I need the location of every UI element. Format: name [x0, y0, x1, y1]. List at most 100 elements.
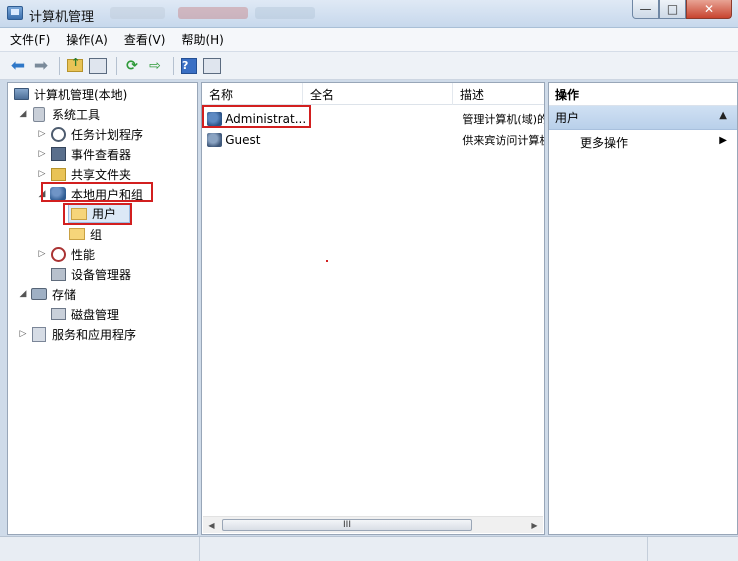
console-tree-pane: 计算机管理(本地) ◢ 系统工具 ▷ 任务计划程序 ▷ 事件查看器 ▷ 共享文件… [7, 82, 198, 535]
tree-item-shared-folders[interactable]: ▷ 共享文件夹 [36, 164, 131, 184]
collapsed-arrow-icon[interactable]: ▷ [36, 249, 48, 259]
background-taskbar-blur [255, 7, 315, 19]
column-header-description[interactable]: 描述 [453, 83, 544, 105]
list-item-administrator[interactable]: Administrat... 管理计算机(域)的 [202, 108, 544, 129]
tree-item-event-viewer[interactable]: ▷ 事件查看器 [36, 144, 131, 164]
tree-item-label: 计算机管理(本地) [34, 87, 128, 102]
menu-bar: 文件(F) 操作(A) 查看(V) 帮助(H) [0, 28, 738, 52]
tree-item-label: 共享文件夹 [71, 167, 132, 182]
storage-icon [31, 288, 47, 300]
collapsed-arrow-icon[interactable]: ▷ [36, 149, 48, 159]
show-hide-tree-button[interactable] [88, 56, 108, 76]
actions-title: 操作 [549, 83, 737, 106]
help-icon: ? [181, 57, 197, 74]
close-button[interactable]: ✕ [686, 0, 732, 19]
tree-item-label: 任务计划程序 [71, 127, 144, 142]
menu-action[interactable]: 操作(A) [66, 31, 108, 48]
window-title: 计算机管理 [29, 10, 95, 25]
user-icon [207, 111, 223, 126]
tree-item-label: 设备管理器 [71, 267, 132, 282]
folder-up-icon [67, 56, 83, 72]
list-pane: 名称 全名 描述 Administrat... 管理计算机(域)的 Guest … [201, 82, 545, 535]
menu-help[interactable]: 帮助(H) [181, 31, 223, 48]
tree-item-label: 性能 [71, 247, 96, 262]
help-button[interactable]: ? [179, 56, 199, 76]
forward-arrow-icon[interactable]: ➡ [31, 56, 51, 76]
tree-item-performance[interactable]: ▷ 性能 [36, 244, 95, 264]
user-name: Guest [225, 132, 261, 147]
computer-management-icon [7, 6, 23, 20]
status-bar [0, 536, 738, 561]
expanded-arrow-icon[interactable]: ◢ [17, 289, 29, 299]
maximize-button[interactable]: □ [659, 0, 686, 19]
actions-pane: 操作 用户 ▲ 更多操作 ▶ [548, 82, 738, 535]
menu-view[interactable]: 查看(V) [124, 31, 166, 48]
user-icon [207, 132, 223, 147]
scrollbar-thumb[interactable]: III [222, 519, 472, 531]
export-list-icon[interactable]: ⇨ [145, 56, 165, 76]
background-taskbar-blur [110, 7, 165, 19]
more-actions-item[interactable]: 更多操作 ▶ [549, 132, 737, 152]
tree-item-local-users-groups[interactable]: ◢ 本地用户和组 [36, 184, 143, 204]
submenu-arrow-icon: ▶ [719, 135, 727, 146]
minimize-button[interactable]: — [632, 0, 659, 19]
tree-item-label: 本地用户和组 [71, 187, 144, 202]
up-level-button[interactable] [65, 56, 85, 76]
actions-group-label: 用户 [555, 111, 580, 125]
column-header-fullname[interactable]: 全名 [303, 83, 453, 105]
tree-item-label: 服务和应用程序 [52, 327, 137, 342]
status-segment [0, 537, 200, 561]
device-manager-icon [50, 267, 66, 281]
marker-dot [326, 260, 328, 262]
menu-file[interactable]: 文件(F) [10, 31, 50, 48]
tree-item-label: 存储 [52, 287, 77, 302]
toolbar-separator [173, 56, 174, 75]
list-item-guest[interactable]: Guest 供来宾访问计算机 [202, 129, 544, 150]
tree-item-label: 用户 [92, 207, 117, 221]
scroll-left-arrow-icon[interactable]: ◀ [203, 517, 220, 533]
tree-item-label: 事件查看器 [71, 147, 132, 162]
collapse-arrow-icon[interactable]: ▲ [719, 110, 727, 121]
console-tree-icon [89, 57, 107, 74]
expanded-arrow-icon[interactable]: ◢ [17, 109, 29, 119]
folder-icon [69, 228, 85, 240]
tree-item-system-tools[interactable]: ◢ 系统工具 [17, 104, 100, 124]
clock-icon [50, 126, 66, 142]
disk-icon [50, 308, 66, 320]
status-segment [200, 537, 648, 561]
toolbar-separator [59, 56, 60, 75]
tree-item-users[interactable]: 用户 [68, 204, 130, 223]
user-description: 供来宾访问计算机 [462, 133, 545, 147]
user-description: 管理计算机(域)的 [462, 112, 545, 126]
services-icon [32, 326, 46, 342]
action-pane-icon [203, 57, 221, 74]
users-group-icon [50, 187, 66, 201]
tree-item-label: 磁盘管理 [71, 307, 120, 322]
tree-item-computer-management[interactable]: 计算机管理(本地) [11, 84, 127, 104]
tools-icon [33, 106, 45, 122]
status-segment [648, 537, 738, 561]
toolbar-separator [116, 56, 117, 75]
background-taskbar-blur [178, 7, 248, 19]
back-arrow-icon[interactable]: ⬅ [8, 56, 28, 76]
tree-item-groups[interactable]: 组 [67, 224, 102, 244]
tree-item-device-manager[interactable]: 设备管理器 [48, 264, 131, 284]
horizontal-scrollbar[interactable]: ◀ III ▶ [203, 516, 543, 533]
actions-group-users[interactable]: 用户 ▲ [549, 106, 737, 130]
collapsed-arrow-icon[interactable]: ▷ [17, 329, 29, 339]
tree-item-storage[interactable]: ◢ 存储 [17, 284, 76, 304]
collapsed-arrow-icon[interactable]: ▷ [36, 169, 48, 179]
tree-item-disk-management[interactable]: 磁盘管理 [48, 304, 119, 324]
show-hide-action-pane-button[interactable] [202, 56, 222, 76]
column-header-name[interactable]: 名称 [202, 83, 303, 105]
expanded-arrow-icon[interactable]: ◢ [36, 189, 48, 199]
scrollbar-grip: III [343, 520, 351, 530]
event-viewer-icon [50, 147, 66, 161]
collapsed-arrow-icon[interactable]: ▷ [36, 129, 48, 139]
refresh-icon[interactable]: ⟳ [122, 56, 142, 76]
scroll-right-arrow-icon[interactable]: ▶ [526, 517, 543, 533]
tree-item-task-scheduler[interactable]: ▷ 任务计划程序 [36, 124, 143, 144]
tree-item-label: 系统工具 [52, 107, 101, 122]
tree-item-services-apps[interactable]: ▷ 服务和应用程序 [17, 324, 136, 344]
toolbar: ⬅ ➡ ⟳ ⇨ ? [0, 52, 738, 80]
